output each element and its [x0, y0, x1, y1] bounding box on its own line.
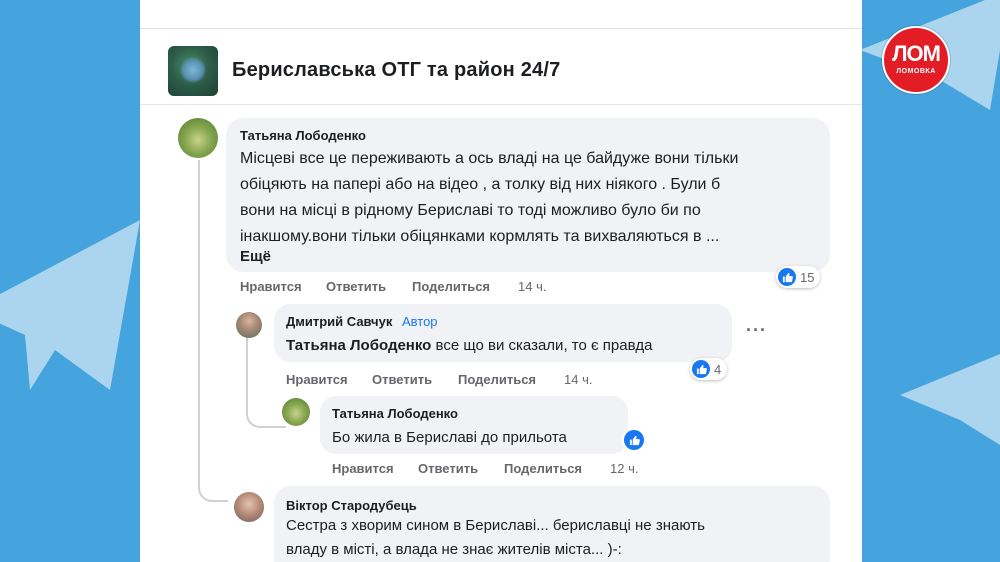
post-card: Бериславська ОТГ та район 24/7 Татьяна Л… [140, 0, 862, 562]
logo-text: ЛОМ [892, 41, 941, 66]
comment-text: Сестра з хворим сином в Бериславі... бер… [286, 514, 705, 562]
share-action[interactable]: Поделиться [504, 461, 582, 476]
comment-bubble: Віктор Стародубець Сестра з хворим сином… [274, 486, 830, 562]
reaction-count[interactable]: 15 [776, 266, 821, 288]
comment-time[interactable]: 14 ч. [564, 372, 592, 387]
comment-line: інакшому.вони тільки обіцянками кормлять… [240, 228, 720, 245]
group-header[interactable]: Бериславська ОТГ та район 24/7 [140, 38, 862, 105]
group-avatar[interactable] [168, 46, 218, 96]
comment-text: Татьяна Лободенко все що ви сказали, то … [286, 333, 653, 359]
comment-bubble: Дмитрий Савчук Автор Татьяна Лободенко в… [274, 304, 732, 362]
see-more-link[interactable]: Ещё [240, 248, 271, 265]
like-icon[interactable] [624, 430, 644, 450]
comment-text: Бо жила в Бериславі до прильота [332, 425, 567, 451]
comment-author[interactable]: Віктор Стародубець [286, 498, 417, 513]
reaction-number: 4 [714, 361, 722, 377]
comment-time[interactable]: 12 ч. [610, 461, 638, 476]
avatar[interactable] [236, 312, 262, 338]
avatar[interactable] [178, 118, 218, 158]
comment-line: Бо жила в Бериславі до прильота [332, 429, 567, 446]
logo-subtext: ЛОМОВКА [896, 68, 936, 75]
like-action[interactable]: Нравится [240, 279, 302, 294]
author-badge: Автор [401, 314, 438, 329]
telegram-plane-icon [900, 354, 1000, 445]
comment-text: Місцеві все це переживають а ось владі н… [240, 146, 738, 250]
top-strip [140, 0, 862, 29]
avatar[interactable] [282, 398, 310, 426]
like-action[interactable]: Нравится [286, 372, 348, 387]
share-action[interactable]: Поделиться [412, 279, 490, 294]
comment-time[interactable]: 14 ч. [518, 279, 546, 294]
comment-author[interactable]: Татьяна Лободенко [332, 406, 458, 421]
thread-line [198, 160, 200, 480]
comment-line: обіцяють на папері або на відео , а толк… [240, 176, 721, 193]
reply-action[interactable]: Ответить [418, 461, 478, 476]
thread-connector [198, 470, 228, 502]
like-icon [778, 268, 796, 286]
more-options-icon[interactable]: ··· [746, 320, 767, 341]
comment-line: владу в місті, а влада не знає жителів м… [286, 541, 622, 558]
comment-line: Сестра з хворим сином в Бериславі... бер… [286, 517, 705, 534]
reply-action[interactable]: Ответить [372, 372, 432, 387]
screen: { "group": { "name": "Бериславська ОТГ т… [0, 0, 1000, 562]
avatar[interactable] [234, 492, 264, 522]
comment-bubble: Татьяна Лободенко Бо жила в Бериславі до… [320, 396, 628, 454]
channel-logo: ЛОМ ЛОМОВКА [882, 26, 950, 94]
comment-author: Дмитрий Савчук Автор [286, 314, 438, 329]
reaction-number: 15 [800, 269, 815, 285]
comment-bubble: Татьяна Лободенко Місцеві все це пережив… [226, 118, 830, 272]
reply-action[interactable]: Ответить [326, 279, 386, 294]
comment-line: вони на місці в рідному Бериславі то тод… [240, 202, 701, 219]
telegram-plane-icon [0, 220, 140, 390]
group-name[interactable]: Бериславська ОТГ та район 24/7 [232, 59, 560, 82]
like-action[interactable]: Нравится [332, 461, 394, 476]
mention-link[interactable]: Татьяна Лободенко [286, 337, 431, 354]
reaction-count[interactable]: 4 [690, 358, 728, 380]
comment-line: Місцеві все це переживають а ось владі н… [240, 150, 739, 167]
comment-author[interactable]: Татьяна Лободенко [240, 128, 366, 143]
like-icon [692, 360, 710, 378]
comment-line: все що ви сказали, то є правда [435, 337, 653, 354]
author-name[interactable]: Дмитрий Савчук [286, 314, 392, 329]
share-action[interactable]: Поделиться [458, 372, 536, 387]
